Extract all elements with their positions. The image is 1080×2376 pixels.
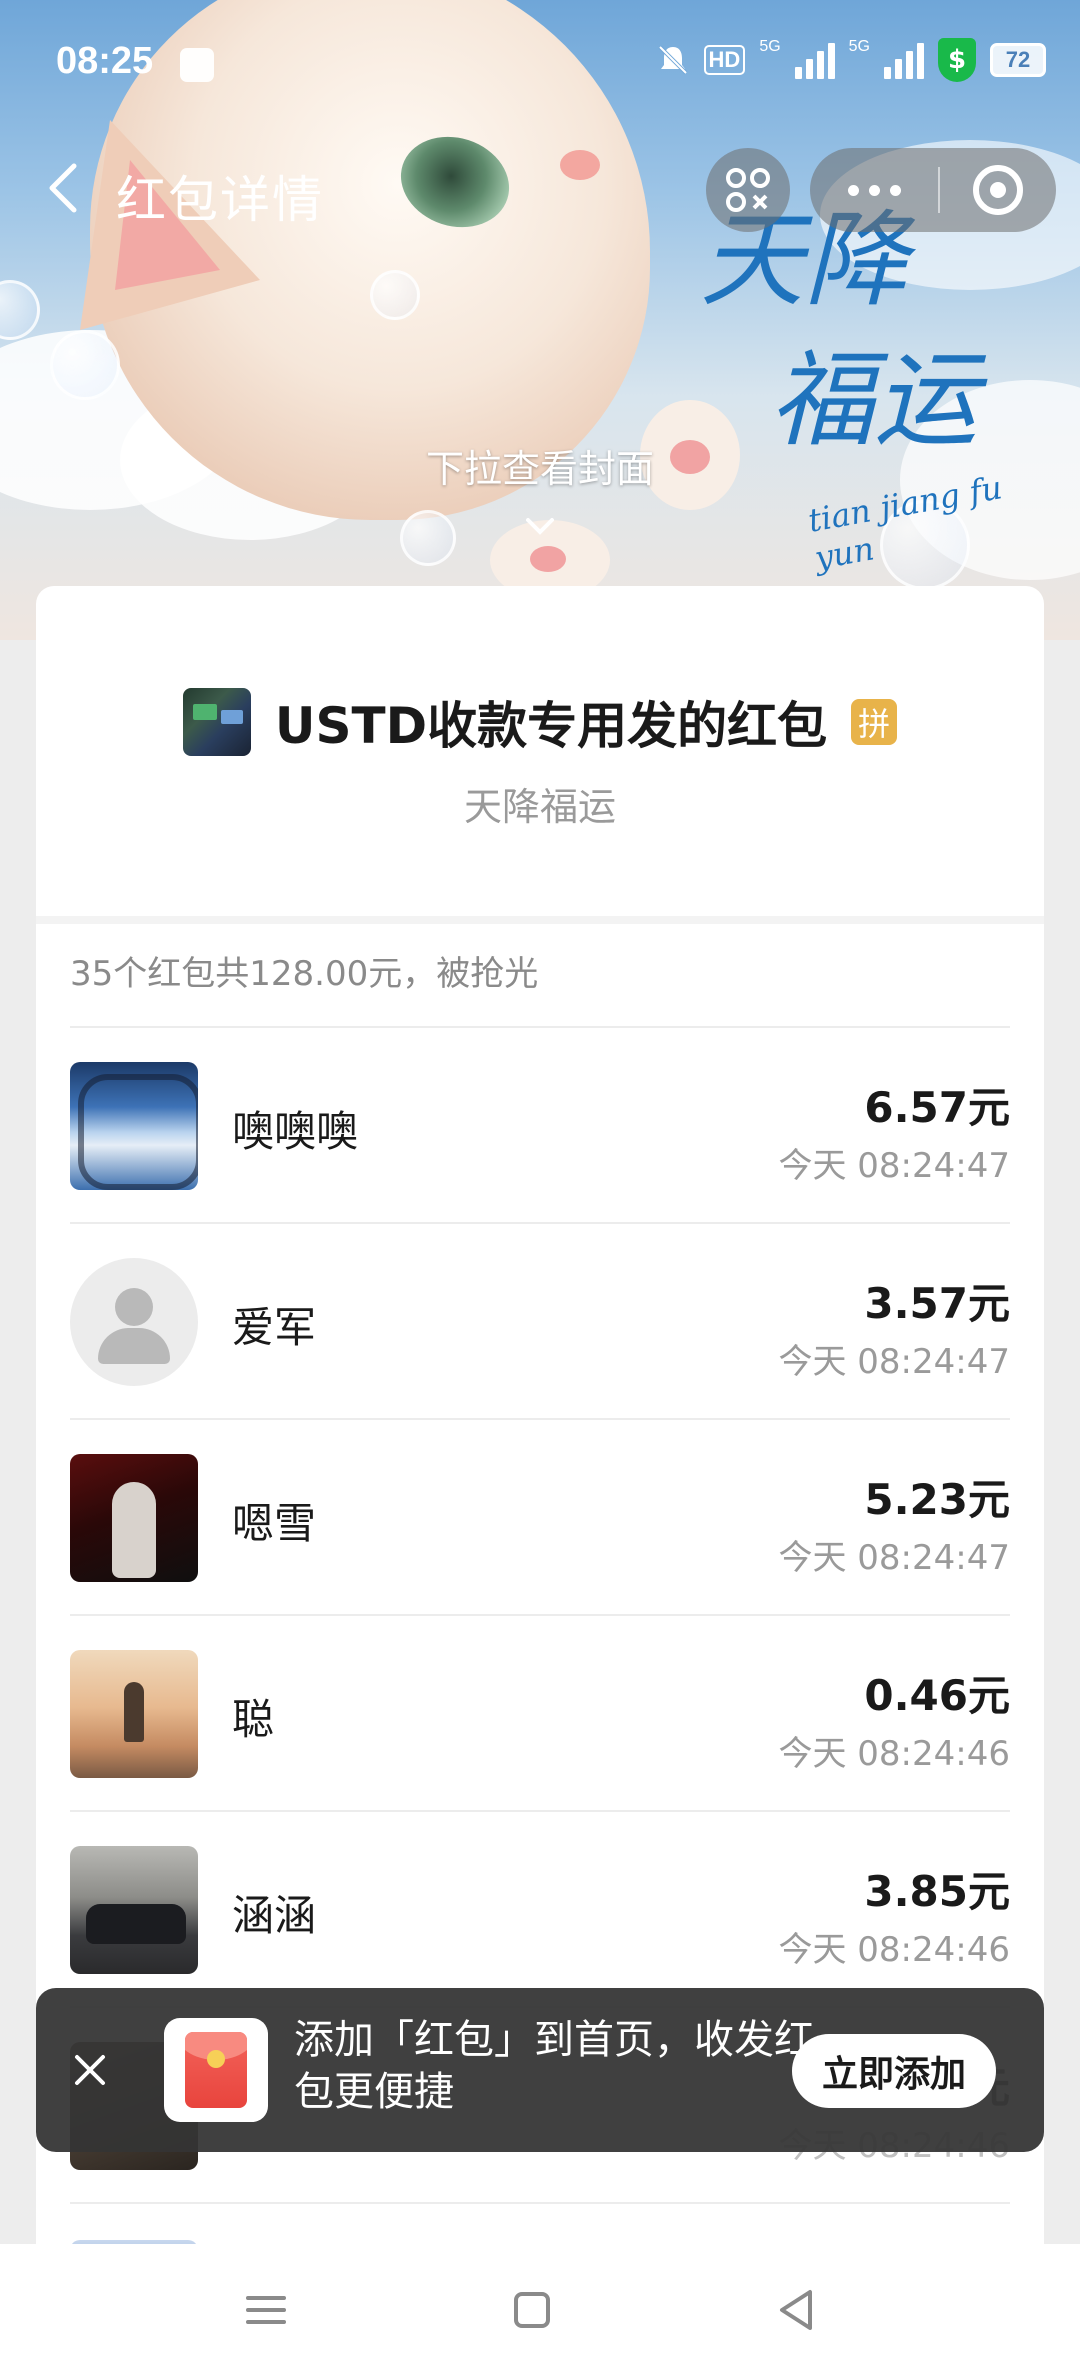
recipient-amount: 6.57元: [864, 1083, 1010, 1132]
mini-program-button[interactable]: [706, 148, 790, 232]
recipient-name: 聪: [232, 1695, 275, 1744]
back-triangle-icon[interactable]: [766, 2278, 830, 2342]
recipient-time: 今天 08:24:47: [778, 1538, 1010, 1578]
shield-dollar-icon: $: [938, 38, 976, 82]
recipient-time: 今天 08:24:47: [778, 1146, 1010, 1186]
notification-icon: [180, 48, 214, 82]
envelope-icon: [185, 2032, 247, 2108]
recipient-amount: 3.85元: [864, 1867, 1010, 1916]
toast-message: 添加「红包」到首页，收发红包更便捷: [294, 2017, 814, 2115]
page-title: 红包详情: [116, 171, 324, 229]
mute-icon: [658, 45, 687, 75]
lucky-badge: 拼: [851, 699, 898, 745]
sender-name: USTD收款专用发的红包: [274, 697, 828, 755]
toast-close-button[interactable]: [58, 2038, 122, 2102]
sender-avatar[interactable]: [182, 688, 251, 756]
navigation-bar: 红包详情: [0, 140, 1080, 240]
recipient-time: 今天 08:24:46: [778, 1930, 1010, 1970]
scan-grid-icon: [726, 168, 770, 212]
signal-icon-2: [884, 41, 924, 79]
recipient-name: 爱军: [232, 1303, 317, 1352]
recipient-time: 今天 08:24:47: [778, 1342, 1010, 1382]
target-icon: [973, 165, 1023, 215]
avatar[interactable]: [70, 1846, 198, 1974]
more-button[interactable]: [810, 148, 938, 232]
red-packet-cover[interactable]: 天降 福运 tian jiang fu yun 08:25 HD 5G 5G $…: [0, 0, 1080, 640]
list-item[interactable]: 嗯雪 5.23元 今天 08:24:47: [70, 1420, 1010, 1616]
bubble: [0, 280, 40, 340]
recipient-amount: 3.57元: [864, 1279, 1010, 1328]
battery-icon: 72: [990, 43, 1046, 77]
recipient-amount: 5.23元: [864, 1475, 1010, 1524]
status-time: 08:25: [56, 40, 154, 82]
home-icon[interactable]: [500, 2278, 564, 2342]
cover-art-line2: 福运: [770, 339, 979, 461]
close-icon: [75, 2055, 105, 2085]
system-navigation-bar: [0, 2244, 1080, 2376]
bubble: [400, 510, 456, 566]
wish-text: 天降福运: [463, 785, 616, 829]
network-type-2: 5G: [848, 38, 870, 55]
close-mini-program-button[interactable]: [940, 148, 1056, 232]
pull-hint: 下拉查看封面: [425, 447, 654, 491]
recipient-name: 嗯雪: [232, 1499, 317, 1548]
packet-summary: 35个红包共128.00元，被抢光: [70, 954, 539, 994]
avatar[interactable]: [70, 1062, 198, 1190]
bubble: [370, 270, 420, 320]
network-type: 5G: [759, 38, 781, 55]
list-item[interactable]: 涵涵 3.85元 今天 08:24:46: [70, 1812, 1010, 2008]
add-now-button[interactable]: 立即添加: [792, 2034, 996, 2108]
back-arrow-icon[interactable]: [38, 158, 98, 218]
recipient-name: 涵涵: [232, 1891, 317, 1940]
capsule-menu: [810, 148, 1056, 232]
status-bar: 08:25 HD 5G 5G $ 72: [0, 0, 1080, 128]
status-icons: HD 5G 5G $ 72: [656, 38, 1046, 82]
avatar[interactable]: [70, 1454, 198, 1582]
recipient-name: 噢噢噢: [232, 1107, 359, 1156]
hd-label: HD: [703, 45, 746, 75]
signal-icon: [794, 41, 835, 79]
bubble: [50, 330, 120, 400]
add-to-home-toast: 添加「红包」到首页，收发红包更便捷 立即添加: [36, 1988, 1044, 2152]
list-item[interactable]: 聪 0.46元 今天 08:24:46: [70, 1616, 1010, 1812]
list-item[interactable]: 噢噢噢 6.57元 今天 08:24:47: [70, 1028, 1010, 1224]
chevron-down-icon: [526, 518, 554, 535]
red-packet-app-icon: [164, 2018, 268, 2122]
menu-icon[interactable]: [234, 2278, 298, 2342]
avatar[interactable]: [70, 1650, 198, 1778]
recipient-amount: 0.46元: [864, 1671, 1010, 1720]
divider: [36, 916, 1044, 924]
sender-line: USTD收款专用发的红包 拼: [36, 682, 1044, 762]
recipient-time: 今天 08:24:46: [778, 1734, 1010, 1774]
default-avatar-icon[interactable]: [70, 1258, 198, 1386]
list-item[interactable]: 爱军 3.57元 今天 08:24:47: [70, 1224, 1010, 1420]
